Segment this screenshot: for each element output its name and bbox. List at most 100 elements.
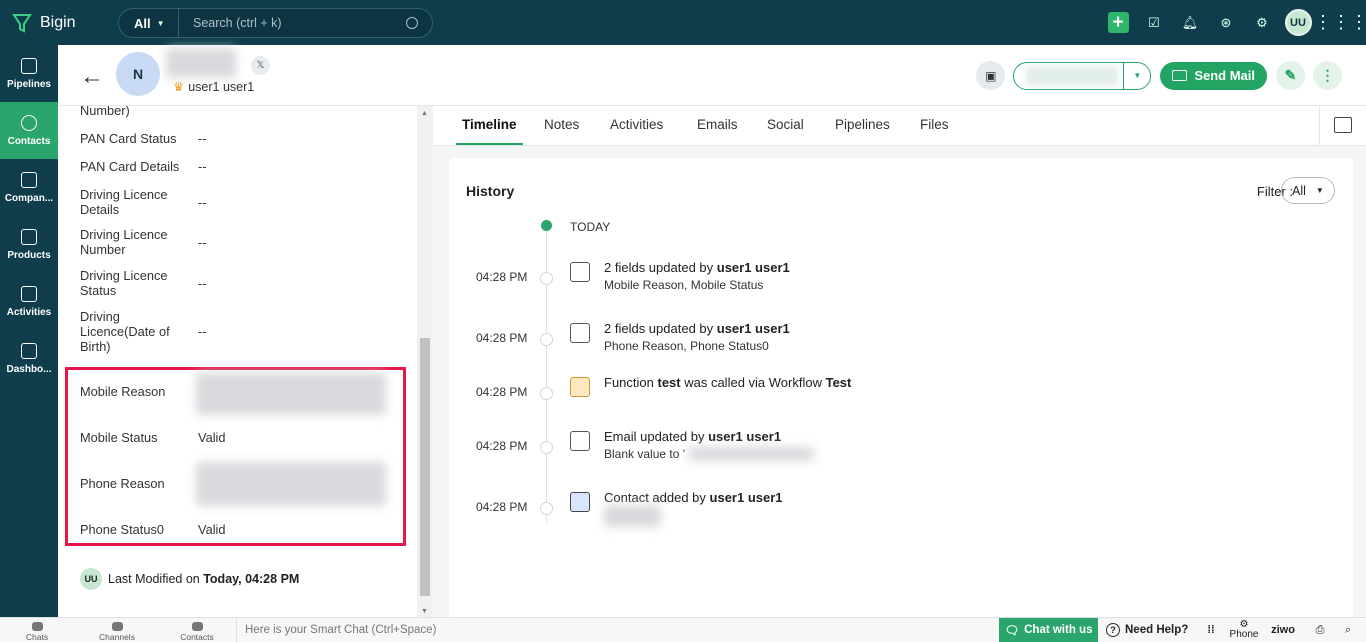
event-title: Email updated by user1 user1 [604, 429, 782, 444]
dashboard-icon [21, 342, 37, 359]
chevron-down-icon: ▼ [1315, 186, 1324, 195]
field-value[interactable]: Valid [198, 522, 226, 537]
field-update-icon [570, 323, 590, 343]
scroll-thumb[interactable] [420, 338, 430, 596]
tab-notes[interactable]: Notes [544, 117, 579, 132]
timeline-line [546, 223, 547, 523]
email-value-redacted [689, 447, 814, 461]
search-input[interactable]: Search (ctrl + k) [179, 16, 406, 30]
sidebar-item-products[interactable]: Products [0, 216, 58, 273]
tab-emails[interactable]: Emails [697, 117, 738, 132]
sidebar-item-contacts[interactable]: Contacts [0, 102, 58, 159]
x-social-icon[interactable]: 𝕏 [251, 56, 270, 75]
app-logo[interactable]: Bigin [0, 13, 118, 33]
field-label: Driving Licence Details [80, 187, 168, 217]
send-mail-button[interactable]: Send Mail [1160, 61, 1267, 90]
sidebar-item-activities[interactable]: Activities [0, 273, 58, 330]
apps-grid-icon[interactable]: ⋮⋮⋮ [1314, 0, 1366, 45]
event-time: 04:28 PM [476, 385, 528, 399]
search-icon[interactable] [406, 17, 418, 29]
user-avatar-button[interactable]: UU [1280, 0, 1316, 45]
field-row: Mobile Status Valid [80, 430, 410, 445]
event-time: 04:28 PM [476, 331, 528, 345]
sidebar-item-pipelines[interactable]: Pipelines [0, 45, 58, 102]
history-card: History Filter : All ▼ TODAY 04:28 PM 2 f… [449, 158, 1353, 628]
owner-name: user1 user1 [188, 80, 255, 94]
task-check-icon[interactable]: ☑ [1136, 0, 1172, 45]
tab-activities[interactable]: Activities [610, 117, 663, 132]
edit-pencil-icon[interactable]: ✎ [1276, 61, 1305, 90]
dialpad-icon[interactable]: ⁞⁞ [1200, 618, 1222, 642]
sidebar-item-companies[interactable]: Compan... [0, 159, 58, 216]
chat-with-us-label: Chat with us [1024, 624, 1093, 636]
quick-create-button[interactable]: + [1100, 0, 1136, 45]
contacts-button[interactable]: Contacts [177, 622, 217, 642]
ziwo-button[interactable]: ziwo [1268, 618, 1298, 642]
scroll-down-icon[interactable]: ▼ [421, 608, 428, 615]
customize-tabs-icon[interactable] [1334, 117, 1352, 133]
filter-value: All [1292, 183, 1306, 198]
app-name: Bigin [40, 13, 76, 31]
timeline-dot [540, 333, 553, 346]
search-scope-dropdown[interactable]: All ▼ [119, 9, 179, 37]
contact-name-redacted [166, 48, 236, 78]
timeline-dot [540, 272, 553, 285]
channels-button[interactable]: Channels [97, 622, 137, 642]
sidebar-item-label: Products [7, 249, 51, 261]
search-icon[interactable]: ⌕ [1336, 618, 1360, 642]
search-scope-label: All [134, 15, 151, 31]
last-modified-label: Last Modified on [108, 572, 200, 586]
sidebar-item-dashboards[interactable]: Dashbo... [0, 330, 58, 387]
field-row: Phone Status0 Valid [80, 522, 410, 537]
sidebar-item-label: Pipelines [7, 78, 51, 90]
send-mail-label: Send Mail [1194, 68, 1255, 83]
bell-icon[interactable]: 🔔︎ [1172, 0, 1208, 45]
field-label: Driving Licence Number [80, 227, 168, 257]
scroll-up-icon[interactable]: ▲ [421, 110, 428, 117]
phone-button[interactable]: ⚙ Phone [1225, 618, 1263, 642]
stage-select[interactable]: ▼ [1013, 61, 1152, 90]
field-value[interactable]: -- [198, 268, 207, 298]
tab-timeline[interactable]: Timeline [456, 117, 523, 145]
avatar: UU [80, 568, 102, 590]
screen-share-icon[interactable]: ▣ [976, 61, 1006, 90]
contact-avatar[interactable]: N [116, 52, 160, 96]
field-value[interactable]: -- [198, 309, 207, 354]
chat-with-us-button[interactable]: 🗨︎ Chat with us [999, 618, 1098, 642]
tab-pipelines[interactable]: Pipelines [835, 117, 890, 132]
event-title: Contact added by user1 user1 [604, 490, 783, 505]
chat-bubble-icon: 🗨︎ [1004, 625, 1020, 637]
event-time: 04:28 PM [476, 439, 528, 453]
more-options-icon[interactable]: ⋮ [1313, 61, 1342, 90]
chevron-down-icon[interactable]: ▼ [1123, 62, 1150, 89]
tab-bar: Timeline Notes Activities Emails Social … [433, 106, 1366, 146]
event-subtitle: Blank value to ' [604, 447, 686, 461]
chats-button[interactable]: Chats [17, 622, 57, 642]
timeline-dot [540, 441, 553, 454]
top-bar: Bigin All ▼ Search (ctrl + k) + ☑ 🔔︎ ⊛ ⚙ … [0, 0, 1366, 45]
companies-icon [21, 171, 37, 188]
field-value[interactable]: -- [198, 227, 207, 257]
tab-social[interactable]: Social [767, 117, 804, 132]
sidebar: Pipelines Contacts Compan... Products Ac… [0, 45, 58, 617]
history-title: History [466, 183, 515, 199]
field-row: Number) [80, 106, 410, 118]
field-value[interactable]: Valid [198, 430, 226, 445]
back-arrow-icon[interactable]: ← [80, 63, 104, 91]
announcement-icon[interactable]: ⎙ [1308, 618, 1332, 642]
field-row: Driving Licence Number -- [80, 227, 410, 257]
sidebar-item-label: Dashbo... [6, 363, 52, 375]
field-value[interactable]: -- [198, 159, 207, 174]
record-owner[interactable]: ♛ user1 user1 [173, 79, 254, 94]
filter-dropdown[interactable]: All ▼ [1281, 177, 1335, 204]
field-value[interactable]: -- [198, 187, 207, 217]
event-time: 04:28 PM [476, 270, 528, 284]
tab-files[interactable]: Files [920, 117, 949, 132]
need-help-button[interactable]: ? Need Help? [1106, 618, 1188, 642]
gear-icon[interactable]: ⚙ [1244, 0, 1280, 45]
smart-chat-input[interactable]: Here is your Smart Chat (Ctrl+Space) [236, 618, 998, 642]
details-scrollbar[interactable]: ▲ ▼ [417, 106, 433, 617]
field-value[interactable]: -- [198, 131, 207, 146]
zia-icon[interactable]: ⊛ [1208, 0, 1244, 45]
global-search[interactable]: All ▼ Search (ctrl + k) [118, 8, 433, 38]
